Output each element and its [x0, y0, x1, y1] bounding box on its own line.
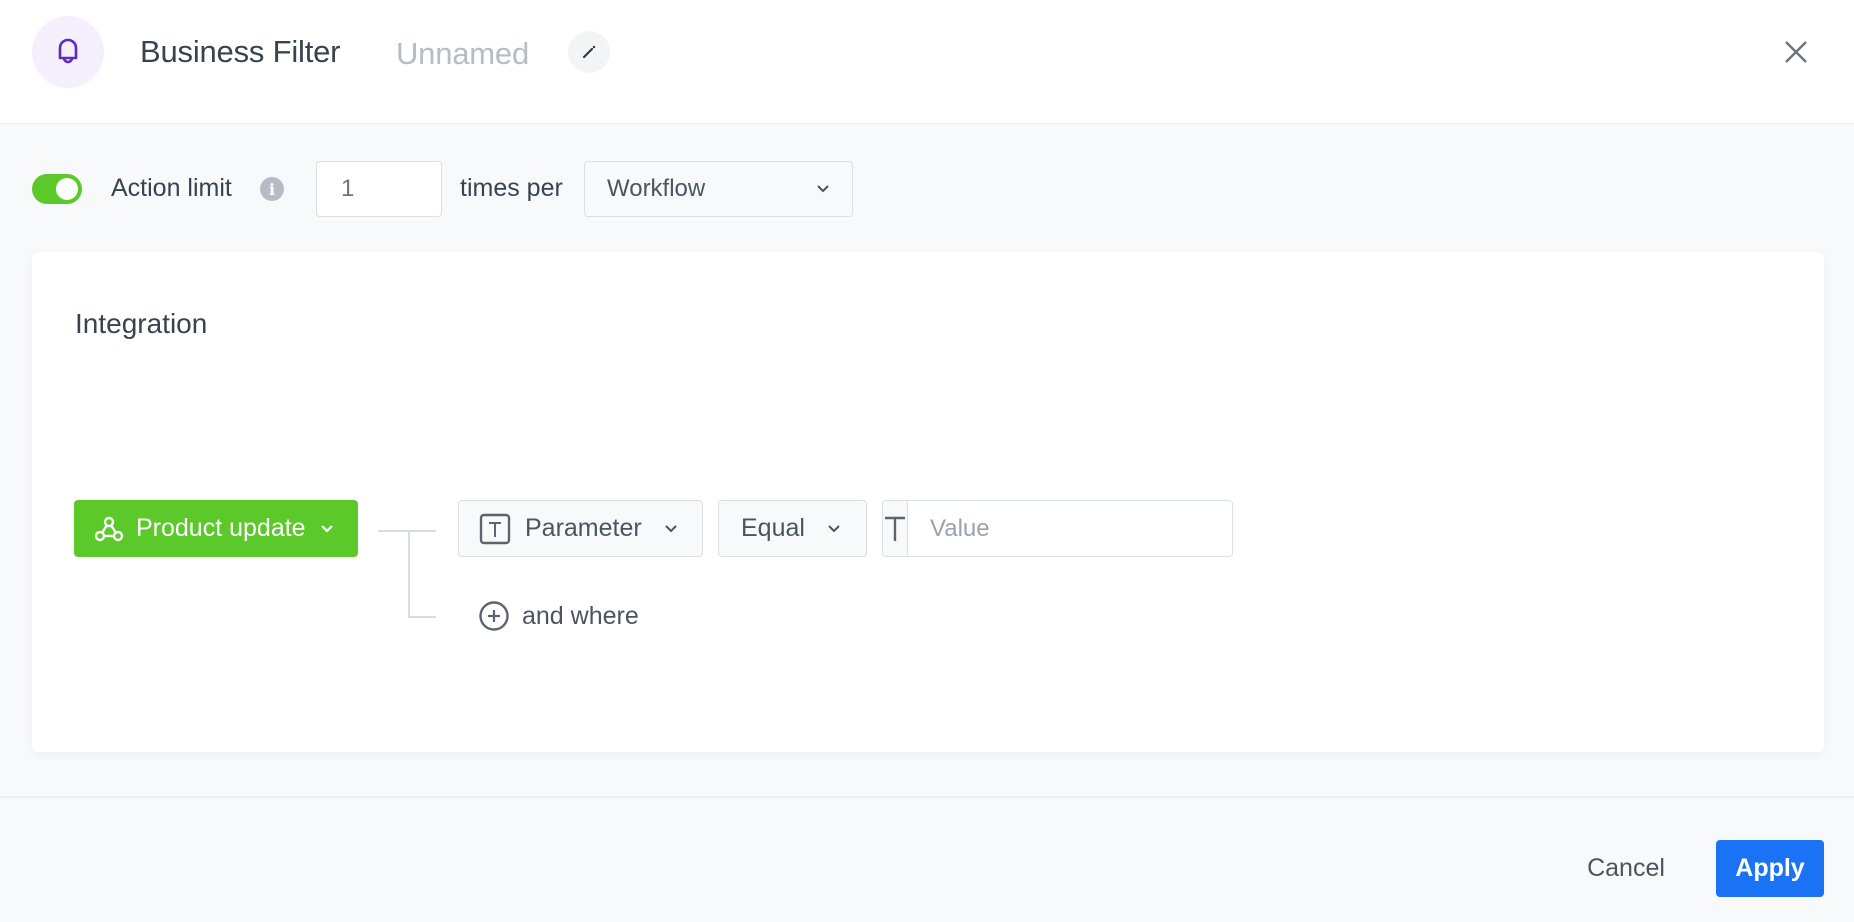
bell-icon [58, 38, 78, 64]
apply-button[interactable]: Apply [1716, 840, 1824, 897]
action-limit-toggle[interactable] [32, 174, 82, 204]
edit-name-button[interactable] [568, 31, 610, 73]
value-type-button[interactable] [883, 501, 908, 556]
add-condition-button[interactable]: and where [478, 600, 639, 632]
toggle-knob [56, 178, 78, 200]
value-field-group [882, 500, 1233, 557]
chevron-down-icon [665, 524, 677, 532]
page-title: Business Filter [140, 34, 341, 69]
operator-label: Equal [741, 514, 805, 542]
chevron-down-icon [817, 185, 829, 193]
filter-avatar [32, 16, 104, 88]
connector-line [378, 530, 436, 532]
chevron-down-icon [320, 524, 333, 533]
operator-select[interactable]: Equal [718, 500, 867, 557]
parameter-select[interactable]: Parameter [458, 500, 703, 557]
connector-line [408, 616, 436, 618]
text-type-icon [479, 513, 511, 544]
text-type-icon [885, 516, 905, 541]
cancel-button[interactable]: Cancel [1568, 840, 1684, 897]
pencil-icon [582, 45, 596, 59]
card-title: Integration [75, 308, 208, 339]
close-button[interactable] [1780, 36, 1812, 68]
footer-divider [0, 796, 1854, 798]
period-select[interactable]: Workflow [584, 161, 853, 217]
action-limit-label: Action limit [111, 174, 232, 202]
modal-header: Business Filter Unnamed [0, 0, 1854, 124]
webhook-icon [94, 516, 124, 541]
add-condition-label: and where [522, 601, 639, 630]
event-select-button[interactable]: Product update [74, 500, 358, 557]
action-limit-input[interactable] [316, 161, 442, 217]
value-input[interactable] [908, 501, 1232, 556]
close-icon [1785, 41, 1807, 63]
times-per-label: times per [460, 174, 563, 202]
filter-name[interactable]: Unnamed [396, 36, 529, 72]
period-select-value: Workflow [607, 175, 706, 202]
parameter-label: Parameter [525, 514, 642, 542]
chevron-down-icon [828, 524, 840, 532]
connector-line [408, 530, 410, 618]
info-icon[interactable]: i [260, 177, 284, 201]
event-label: Product update [136, 514, 306, 542]
plus-circle-icon [479, 601, 509, 631]
